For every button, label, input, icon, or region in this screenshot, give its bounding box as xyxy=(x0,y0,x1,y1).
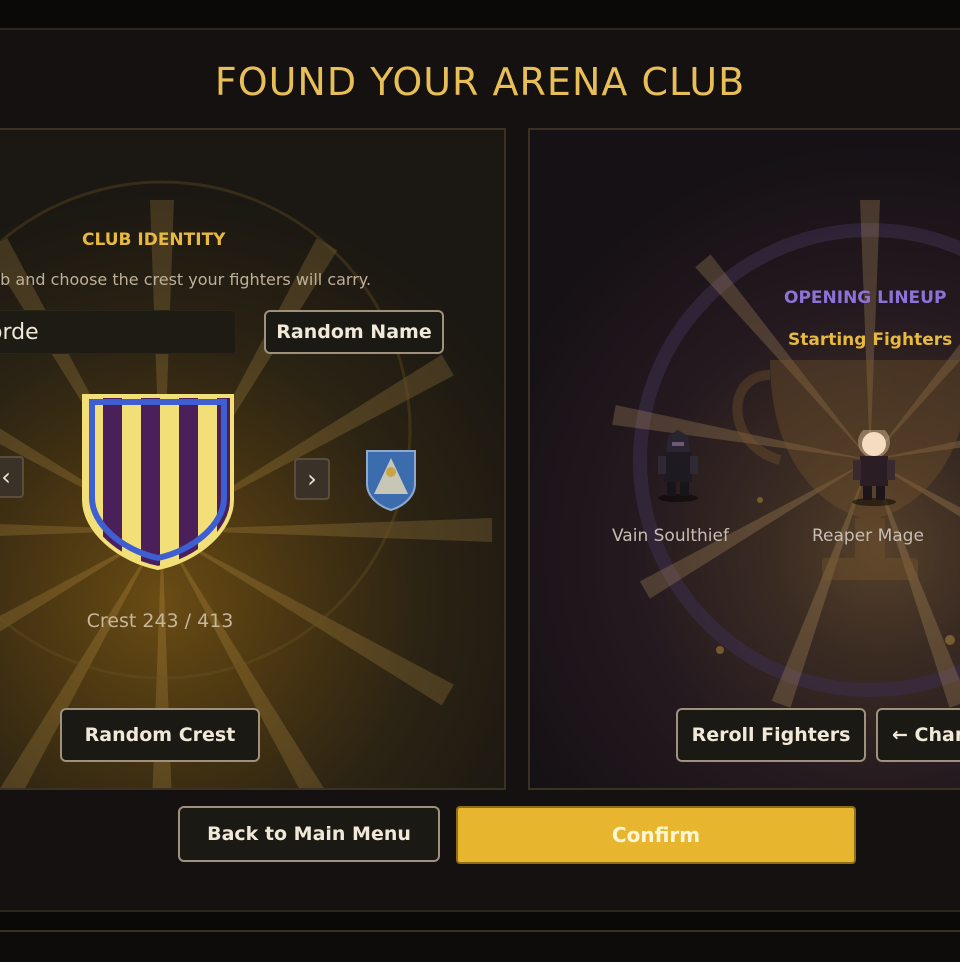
bottom-band xyxy=(0,930,960,962)
crest-counter: Crest 243 / 413 xyxy=(86,610,234,632)
back-to-main-menu-button[interactable]: Back to Main Menu xyxy=(178,806,440,862)
next-crest-preview-icon xyxy=(366,450,416,512)
club-identity-hint: ub and choose the crest your fighters wi… xyxy=(0,270,372,289)
chevron-left-icon: ‹ xyxy=(1,463,11,491)
crest-shield xyxy=(82,394,234,571)
confirm-button[interactable]: Confirm xyxy=(456,806,856,864)
fighter-name: Vain Soulthief xyxy=(612,526,729,546)
club-name-input[interactable] xyxy=(0,310,236,354)
club-identity-heading: CLUB IDENTITY xyxy=(82,230,226,250)
club-identity-panel: CLUB IDENTITY ub and choose the crest yo… xyxy=(0,128,506,790)
change-button[interactable]: ← Chan xyxy=(876,708,960,762)
opening-lineup-heading: OPENING LINEUP xyxy=(784,288,947,308)
random-name-button[interactable]: Random Name xyxy=(264,310,444,354)
page-title: FOUND YOUR ARENA CLUB xyxy=(214,60,746,104)
prev-crest-button[interactable]: ‹ xyxy=(0,456,24,498)
chevron-right-icon: › xyxy=(307,465,317,493)
fighter-name: Reaper Mage xyxy=(812,526,924,546)
reroll-fighters-button[interactable]: Reroll Fighters xyxy=(676,708,866,762)
next-crest-button[interactable]: › xyxy=(294,458,330,500)
fighter-sprite-reaper-mage xyxy=(852,430,896,506)
fighter-sprite-vain-soulthief xyxy=(658,430,698,502)
starting-fighters-subheading: Starting Fighters xyxy=(788,330,953,350)
opening-lineup-panel: OPENING LINEUP Starting Fighters Vain So… xyxy=(528,128,960,790)
sunburst-rays xyxy=(0,180,492,788)
random-crest-button[interactable]: Random Crest xyxy=(60,708,260,762)
